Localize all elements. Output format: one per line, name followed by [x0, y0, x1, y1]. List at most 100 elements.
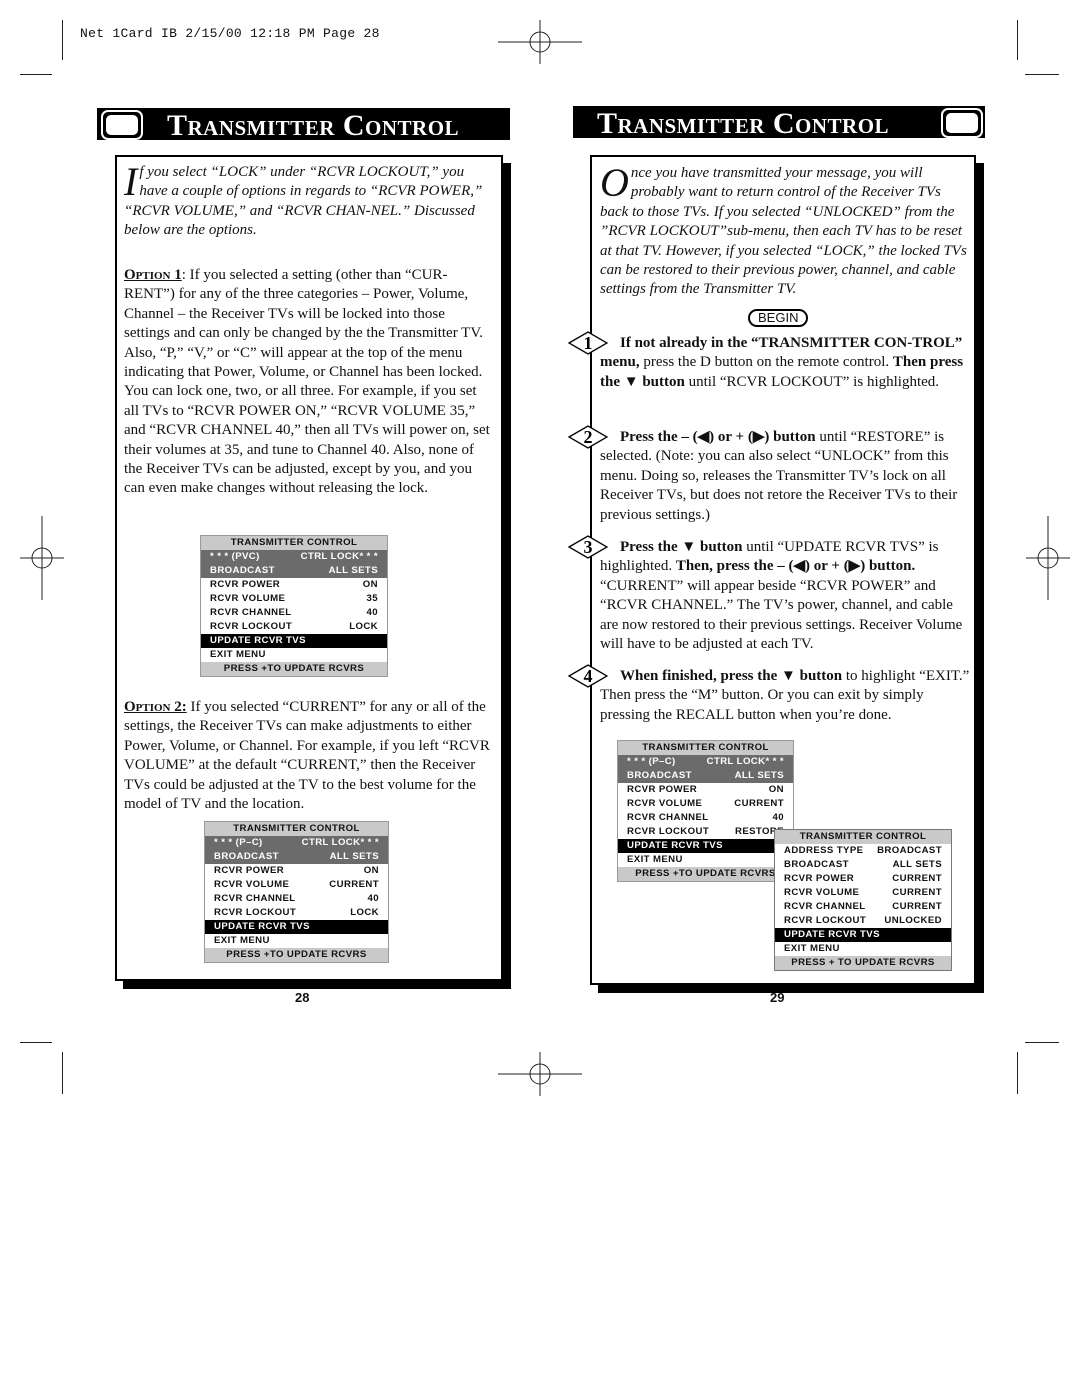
menu-row-label: PRESS +TO UPDATE RCVRS: [226, 949, 367, 960]
menu-row-value: CURRENT: [329, 879, 379, 890]
menu-row-value: CTRL LOCK* * *: [300, 551, 378, 562]
menu-row-label: RCVR CHANNEL: [210, 607, 292, 618]
menu-row-label: RCVR CHANNEL: [627, 812, 709, 823]
step-number-diamond: 4: [568, 664, 608, 688]
section-header: Transmitter Control: [97, 108, 510, 142]
step-1: 1 If not already in the “TRANSMITTER CON-…: [568, 331, 972, 392]
step-3: 3 Press the ▼ button until “UPDATE RCVR T…: [568, 535, 972, 654]
svg-text:3: 3: [584, 537, 593, 557]
menu-row-value: CTRL LOCK* * *: [706, 756, 784, 767]
menu-row-value: 40: [367, 893, 379, 904]
crop-mark: [62, 20, 63, 60]
menu-row-label: RCVR LOCKOUT: [210, 621, 293, 632]
menu-row-label: RCVR POWER: [214, 865, 285, 876]
drop-cap: I: [124, 159, 138, 204]
menu-row: UPDATE RCVR TVS: [201, 634, 387, 648]
menu-row: UPDATE RCVR TVS: [205, 920, 388, 934]
step-4: 4 When finished, press the ▼ button to hi…: [568, 664, 972, 725]
menu-row-label: EXIT MENU: [627, 854, 683, 865]
intro-paragraph: If you select “LOCK” under “RCVR LOCKOUT…: [124, 159, 490, 241]
menu-row-value: ON: [768, 784, 784, 795]
menu-row-label: RCVR LOCKOUT: [214, 907, 297, 918]
tv-menu-screen: TRANSMITTER CONTROL ADDRESS TYPE BROADCAST…: [774, 829, 952, 971]
menu-row-value: ALL SETS: [892, 859, 942, 870]
menu-row: RCVR CHANNEL 40: [205, 892, 388, 906]
svg-text:2: 2: [584, 427, 593, 447]
begin-badge: BEGIN: [748, 309, 809, 327]
menu-row-value: ALL SETS: [328, 565, 378, 576]
menu-row: RCVR LOCKOUT LOCK: [201, 620, 387, 634]
intro-paragraph: Once you have transmitted your message, …: [600, 163, 968, 300]
menu-row-value: ON: [362, 579, 378, 590]
menu-row-label: RCVR LOCKOUT: [627, 826, 710, 837]
menu-row-label: RCVR VOLUME: [627, 798, 703, 809]
option-1-label: Option 1: [124, 267, 182, 283]
menu-row: RCVR VOLUME CURRENT: [775, 886, 951, 900]
menu-row: RCVR CHANNEL 40: [618, 811, 793, 825]
menu-row: PRESS +TO UPDATE RCVRS: [618, 867, 793, 881]
menu-row-label: RCVR POWER: [210, 579, 281, 590]
menu-row-value: ON: [363, 865, 379, 876]
menu-row: RCVR LOCKOUT UNLOCKED: [775, 914, 951, 928]
page-number: 28: [295, 990, 310, 1005]
menu-row: RCVR POWER ON: [618, 783, 793, 797]
menu-row-value: LOCK: [350, 907, 379, 918]
menu-row: EXIT MENU: [201, 648, 387, 662]
crop-mark: [62, 1052, 63, 1094]
option-1-paragraph: Option 1: If you selected a setting (oth…: [124, 266, 494, 499]
svg-text:4: 4: [584, 666, 593, 686]
menu-row-value: BROADCAST: [877, 845, 942, 856]
step-number-diamond: 3: [568, 535, 608, 559]
menu-row-value: UNLOCKED: [884, 915, 942, 926]
tv-menu-screen: TRANSMITTER CONTROL * * * (PVC) CTRL LOCK*…: [200, 535, 388, 677]
option-2-paragraph: Option 2: If you selected “CURRENT” for …: [124, 698, 494, 814]
menu-row-label: EXIT MENU: [784, 943, 840, 954]
tv-menu-screen: TRANSMITTER CONTROL * * * (P–C) CTRL LOCK*…: [617, 740, 794, 882]
step-text: Press the – (◀) or + (▶) button: [620, 429, 816, 445]
menu-row-value: 40: [772, 812, 784, 823]
option-2-label: Option 2:: [124, 699, 187, 715]
menu-row-value: CURRENT: [892, 873, 942, 884]
menu-row-label: TRANSMITTER CONTROL: [230, 537, 358, 548]
menu-row-label: TRANSMITTER CONTROL: [233, 823, 360, 834]
menu-row-label: RCVR LOCKOUT: [784, 915, 867, 926]
menu-row: BROADCAST ALL SETS: [618, 769, 793, 783]
menu-row-label: UPDATE RCVR TVS: [627, 840, 723, 851]
crop-mark: [1017, 1052, 1018, 1094]
menu-row-label: UPDATE RCVR TVS: [214, 921, 310, 932]
menu-row: RCVR LOCKOUT RESTORE: [618, 825, 793, 839]
intro-text: nce you have transmitted your message, y…: [600, 165, 967, 298]
menu-row: BROADCAST ALL SETS: [205, 850, 388, 864]
menu-row-value: CURRENT: [892, 901, 942, 912]
menu-row-label: RCVR POWER: [627, 784, 698, 795]
menu-row-value: CURRENT: [734, 798, 784, 809]
menu-row-label: RCVR VOLUME: [210, 593, 286, 604]
page-number: 29: [770, 990, 785, 1005]
menu-row-value: CTRL LOCK* * *: [301, 837, 379, 848]
section-header: Transmitter Control: [573, 106, 985, 140]
section-title: Transmitter Control: [597, 107, 890, 140]
menu-row: * * * (P–C) CTRL LOCK* * *: [618, 755, 793, 769]
menu-row: PRESS + TO UPDATE RCVRS: [775, 956, 951, 970]
menu-row-label: RCVR CHANNEL: [214, 893, 296, 904]
step-text: “CURRENT” will appear beside “RCVR POWER…: [600, 577, 963, 653]
menu-row: * * * (P–C) CTRL LOCK* * *: [205, 836, 388, 850]
menu-row-label: RCVR VOLUME: [784, 887, 860, 898]
option-1-text: : If you selected a setting (other than …: [124, 267, 490, 497]
crop-mark: [1025, 74, 1059, 75]
step-text: press the D button on the remote control…: [639, 354, 893, 371]
menu-row: EXIT MENU: [205, 934, 388, 948]
menu-row-label: PRESS +TO UPDATE RCVRS: [635, 868, 776, 879]
option-2-text: If you selected “CURRENT” for any or all…: [124, 699, 490, 813]
intro-text: f you select “LOCK” under “RCVR LOCKOUT,…: [124, 164, 483, 239]
menu-row-label: UPDATE RCVR TVS: [784, 929, 880, 940]
menu-row: TRANSMITTER CONTROL: [775, 830, 951, 844]
menu-row-label: BROADCAST: [784, 859, 849, 870]
registration-mark: [20, 516, 64, 600]
registration-mark: [1026, 516, 1070, 600]
tv-icon: [941, 108, 983, 138]
menu-row-label: EXIT MENU: [210, 649, 266, 660]
menu-row: EXIT MENU: [775, 942, 951, 956]
crop-mark: [1025, 1042, 1059, 1043]
tv-menu-screen: TRANSMITTER CONTROL * * * (P–C) CTRL LOCK*…: [204, 821, 389, 963]
